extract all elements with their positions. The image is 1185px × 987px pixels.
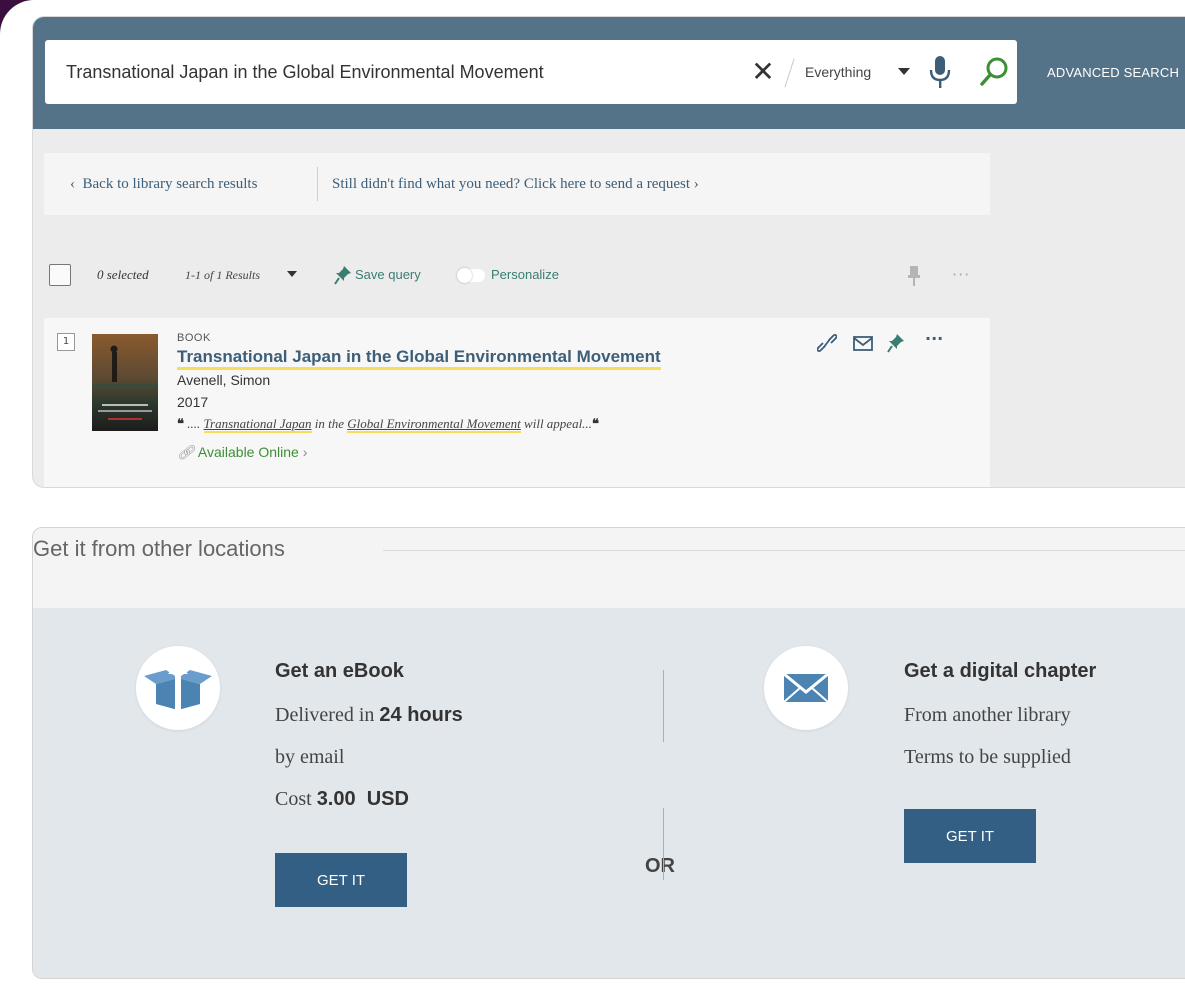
pin-all-icon[interactable]	[907, 265, 921, 287]
chapter-source: From another library	[904, 704, 1071, 726]
snippet-text: will appeal...	[520, 416, 592, 431]
snippet-highlight: Global Environmental Movement	[347, 416, 521, 433]
search-scope-select[interactable]: Everything	[805, 40, 871, 104]
personalize-label[interactable]: Personalize	[491, 257, 559, 293]
chapter-icon-circle	[764, 646, 848, 730]
back-to-results-label: Back to library search results	[82, 176, 258, 192]
or-label: OR	[645, 855, 675, 877]
heading-divider	[383, 550, 1185, 551]
search-input[interactable]: Transnational Japan in the Global Enviro…	[66, 40, 544, 104]
or-divider-top	[663, 670, 664, 742]
result-item[interactable]: 1 BOOK Transnational Japan in the Global…	[44, 318, 990, 487]
ebook-delivery: Delivered in 24 hours	[275, 704, 463, 727]
search-divider	[784, 58, 795, 88]
personalize-toggle[interactable]	[457, 268, 485, 283]
ebook-icon-circle	[136, 646, 220, 730]
ebook-cost-value: 3.00 USD	[316, 788, 409, 810]
back-navigation-bar: ‹ Back to library search results Still d…	[44, 153, 990, 215]
link-icon: 🔗︎	[177, 444, 195, 460]
get-ebook-button[interactable]: GET IT	[275, 853, 407, 907]
select-all-checkbox[interactable]	[49, 264, 71, 286]
ebook-delivery-time: 24 hours	[379, 704, 463, 726]
save-query-button[interactable]: Save query	[355, 257, 421, 293]
selected-count: 0 selected	[97, 267, 149, 282]
advanced-search-link[interactable]: ADVANCED SEARCH	[1047, 17, 1179, 129]
more-options-icon[interactable]: ···	[952, 257, 970, 293]
result-snippet: ❝ .... Transnational Japan in the Global…	[177, 416, 599, 433]
or-divider-bottom	[663, 808, 664, 880]
results-count-dropdown[interactable]: 1-1 of 1 Results	[185, 257, 260, 293]
get-chapter-button[interactable]: GET IT	[904, 809, 1036, 863]
book-cover-thumbnail[interactable]	[92, 334, 158, 431]
snippet-text: in the	[311, 416, 348, 431]
search-header-bar: Transnational Japan in the Global Enviro…	[33, 17, 1185, 129]
quote-icon: ❝	[177, 416, 184, 431]
back-to-results-link[interactable]: ‹ Back to library search results	[70, 153, 257, 215]
open-box-icon	[144, 662, 212, 710]
pin-icon[interactable]	[887, 332, 905, 354]
request-options-panel: Get an eBook Delivered in 24 hours by em…	[33, 608, 1185, 978]
envelope-icon	[783, 672, 829, 703]
chevron-down-icon[interactable]	[287, 271, 297, 277]
search-results-card: Transnational Japan in the Global Enviro…	[32, 16, 1185, 488]
result-type: BOOK	[177, 332, 211, 344]
toggle-knob	[457, 268, 472, 283]
chevron-down-icon[interactable]	[898, 68, 910, 75]
ebook-delivery-method: by email	[275, 746, 345, 768]
permalink-icon[interactable]	[817, 332, 837, 354]
ebook-cost-label: Cost	[275, 788, 317, 810]
chevron-right-icon: ›	[302, 444, 308, 460]
ebook-option-title: Get an eBook	[275, 660, 404, 682]
results-toolbar: 0 selected 1-1 of 1 Results Save query P…	[33, 257, 993, 293]
snippet-text: ....	[184, 416, 204, 431]
chapter-terms: Terms to be supplied	[904, 746, 1071, 768]
email-icon[interactable]	[852, 332, 874, 354]
microphone-icon[interactable]	[929, 55, 951, 89]
nav-divider	[317, 167, 318, 201]
more-actions-icon[interactable]: ···	[925, 331, 943, 354]
chapter-option-title: Get a digital chapter	[904, 660, 1097, 682]
clear-search-icon[interactable]: ✕	[751, 54, 775, 90]
availability-label: Available Online	[197, 444, 299, 460]
search-box[interactable]: Transnational Japan in the Global Enviro…	[45, 40, 1017, 104]
result-author: Avenell, Simon	[177, 372, 271, 388]
send-request-link[interactable]: Still didn't find what you need? Click h…	[332, 153, 699, 215]
ebook-cost: Cost 3.00 USD	[275, 788, 409, 811]
result-number: 1	[57, 333, 75, 351]
available-online-link[interactable]: 🔗︎ Available Online ›	[177, 444, 307, 461]
other-locations-heading: Get it from other locations	[33, 536, 285, 561]
result-title-link[interactable]: Transnational Japan in the Global Enviro…	[177, 347, 661, 370]
quote-icon: ❝	[591, 416, 599, 431]
other-locations-section: Get it from other locations Get an eBook…	[32, 527, 1185, 979]
pin-icon[interactable]	[334, 265, 352, 285]
ebook-delivery-text: Delivered in	[275, 704, 380, 726]
snippet-highlight: Transnational Japan	[203, 416, 312, 433]
search-icon[interactable]	[979, 55, 1011, 89]
result-year: 2017	[177, 394, 209, 410]
send-request-label: Still didn't find what you need? Click h…	[332, 176, 691, 192]
